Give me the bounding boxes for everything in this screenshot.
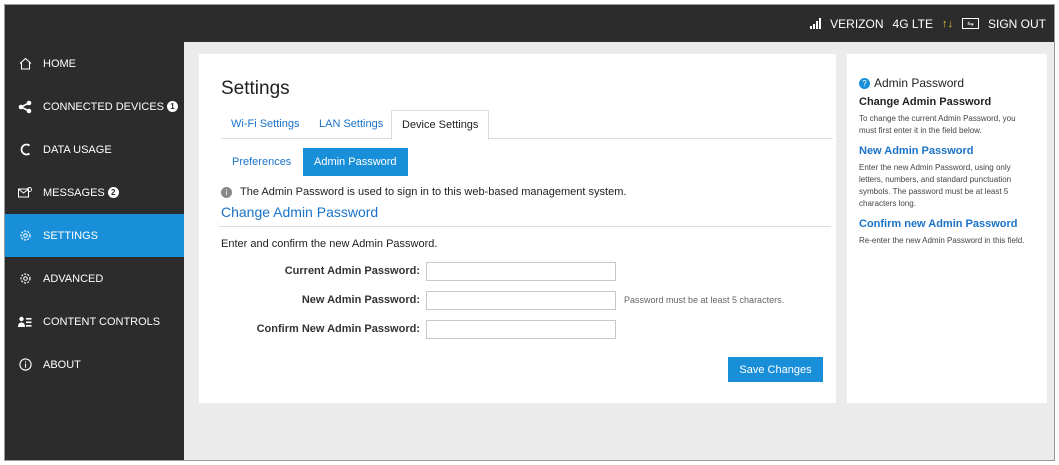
settings-tabs: Wi-Fi Settings LAN Settings Device Setti… [221,110,833,140]
info-text: The Admin Password is used to sign in to… [240,186,627,198]
sidebar-item-label: ADVANCED [43,272,104,285]
share-icon [18,100,32,114]
intro-text: Enter and confirm the new Admin Password… [221,238,438,250]
sidebar-item-data-usage[interactable]: DATA USAGE [5,128,184,171]
sidebar: HOME CONNECTED DEVICES 1 DATA USAGE MESS… [5,42,184,460]
help-text-new: Enter the new Admin Password, using only… [859,163,1012,208]
help-title-text: Admin Password [874,76,965,90]
sidebar-item-settings[interactable]: SETTINGS [5,214,184,257]
section-divider [219,226,831,227]
connected-devices-badge: 1 [167,101,179,112]
current-password-row: Current Admin Password: [199,261,616,281]
help-heading-new: New Admin Password [859,145,974,157]
tab-wifi-settings[interactable]: Wi-Fi Settings [221,110,309,139]
section-title: Change Admin Password [221,204,379,220]
sidebar-item-advanced[interactable]: ADVANCED [5,257,184,300]
tab-lan-settings[interactable]: LAN Settings [309,110,393,139]
help-text-change: To change the current Admin Password, yo… [859,114,1016,135]
settings-panel: Settings Wi-Fi Settings LAN Settings Dev… [199,54,836,403]
current-password-label: Current Admin Password: [284,265,420,277]
help-heading-confirm: Confirm new Admin Password [859,218,1018,230]
sidebar-item-label: ABOUT [43,358,81,371]
help-icon: ? [859,77,870,89]
sidebar-item-label: CONTENT CONTROLS [43,315,161,328]
sidebar-item-label: DATA USAGE [43,143,112,156]
sidebar-item-label: SETTINGS [43,229,99,242]
info-icon [18,358,32,372]
gear-icon [18,272,32,286]
info-icon: i [221,186,232,198]
users-icon [18,315,32,329]
confirm-password-label: Confirm New Admin Password: [256,323,420,335]
data-transfer-icon: ↑↓ [941,17,953,30]
network-type: 4G LTE [892,16,933,31]
app-frame: VERIZON 4G LTE ↑↓ ⇋ SIGN OUT HOME CONNEC… [4,4,1055,461]
current-password-input[interactable] [426,261,616,281]
confirm-password-row: Confirm New Admin Password: [199,319,616,339]
carrier-name: VERIZON [830,16,884,31]
new-password-row: New Admin Password: Password must be at … [199,290,784,310]
battery-icon: ⇋ [961,18,979,29]
new-password-input[interactable] [426,290,616,310]
help-panel: ? Admin Password Change Admin Password T… [847,54,1047,403]
page-title: Settings [221,78,290,99]
sidebar-item-label: HOME [43,57,76,70]
help-heading-change: Change Admin Password [859,96,992,108]
sidebar-item-label: MESSAGES [43,186,105,199]
subtab-admin-password[interactable]: Admin Password [303,148,408,176]
help-title: ? Admin Password [859,76,1035,90]
sidebar-item-content-controls[interactable]: CONTENT CONTROLS [5,300,184,343]
signal-strength-icon [810,18,822,29]
home-icon [18,57,32,71]
subtab-preferences[interactable]: Preferences [221,148,302,176]
sign-out-link[interactable]: SIGN OUT [988,17,1046,31]
messages-badge: 2 [107,187,119,198]
tab-device-settings[interactable]: Device Settings [391,110,490,140]
data-usage-icon [18,143,32,157]
gear-icon [18,229,32,243]
new-password-label: New Admin Password: [301,294,420,306]
sidebar-item-label: CONNECTED DEVICES [43,100,165,113]
sidebar-item-home[interactable]: HOME [5,42,184,85]
new-password-hint: Password must be at least 5 characters. [624,295,785,305]
messages-icon [18,186,32,200]
status-area: VERIZON 4G LTE ↑↓ ⇋ SIGN OUT [801,5,1046,42]
confirm-password-input[interactable] [426,319,616,339]
sidebar-item-connected-devices[interactable]: CONNECTED DEVICES 1 [5,85,184,128]
sidebar-item-messages[interactable]: MESSAGES 2 [5,171,184,214]
info-message: i The Admin Password is used to sign in … [221,186,626,198]
save-changes-button[interactable]: Save Changes [728,357,823,382]
top-bar: VERIZON 4G LTE ↑↓ ⇋ SIGN OUT [5,5,1054,42]
sidebar-item-about[interactable]: ABOUT [5,343,184,386]
help-text-confirm: Re-enter the new Admin Password in this … [859,236,1025,245]
